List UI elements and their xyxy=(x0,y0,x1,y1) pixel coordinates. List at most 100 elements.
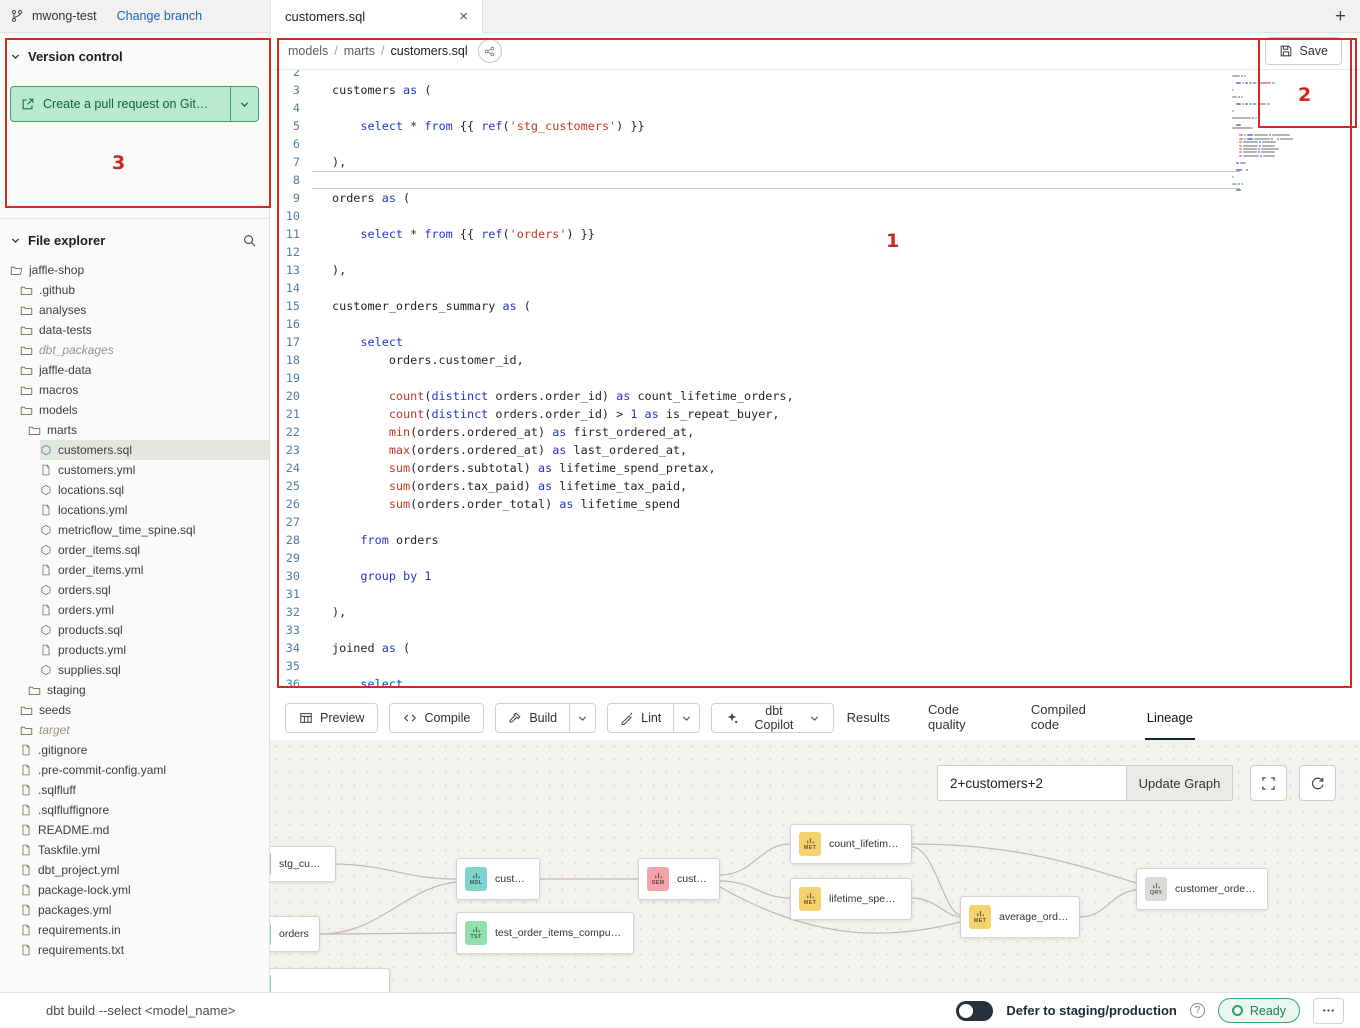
lineage-node-test_order_items_compute_to_bools…[interactable]: TSTtest_order_items_compute_to_bools… xyxy=(456,912,634,954)
file-tree-item-data-tests[interactable]: data-tests xyxy=(0,320,269,340)
breadcrumb-segment[interactable]: models xyxy=(288,44,328,58)
build-button[interactable]: Build xyxy=(495,703,570,733)
compile-button[interactable]: Compile xyxy=(389,703,484,733)
code-line-10[interactable]: 10 xyxy=(270,207,1240,225)
file-tree-item-customers.yml[interactable]: customers.yml xyxy=(0,460,269,480)
code-editor[interactable]: 23customers as (45 select * from {{ ref(… xyxy=(270,70,1360,696)
file-tree-item-dbt_project.yml[interactable]: dbt_project.yml xyxy=(0,860,269,880)
file-tree-item-orders.sql[interactable]: orders.sql xyxy=(0,580,269,600)
code-line-13[interactable]: 13), xyxy=(270,261,1240,279)
lineage-node-customers[interactable]: MDLcustomers xyxy=(456,858,540,900)
tab-code-quality[interactable]: Code quality xyxy=(926,696,995,740)
file-lineage-icon[interactable] xyxy=(478,39,502,63)
update-graph-button[interactable]: Update Graph xyxy=(1127,765,1233,801)
file-tree-item-analyses[interactable]: analyses xyxy=(0,300,269,320)
lineage-node-stg_customers[interactable]: MDLstg_customers xyxy=(270,846,336,882)
code-line-27[interactable]: 27 xyxy=(270,513,1240,531)
code-line-5[interactable]: 5 select * from {{ ref('stg_customers') … xyxy=(270,117,1240,135)
code-line-32[interactable]: 32), xyxy=(270,603,1240,621)
fullscreen-button[interactable] xyxy=(1250,765,1287,801)
dbt-copilot-button[interactable]: dbt Copilot xyxy=(711,703,833,733)
status-ready-badge[interactable]: Ready xyxy=(1218,998,1300,1023)
code-line-8[interactable]: 8 xyxy=(270,171,1240,189)
defer-toggle[interactable] xyxy=(956,1001,993,1021)
code-line-14[interactable]: 14 xyxy=(270,279,1240,297)
code-line-11[interactable]: 11 select * from {{ ref('orders') }} xyxy=(270,225,1240,243)
open-file-tab[interactable]: customers.sql × xyxy=(270,0,483,33)
more-options-button[interactable] xyxy=(1313,998,1344,1024)
change-branch-link[interactable]: Change branch xyxy=(117,9,202,23)
file-tree-item-staging[interactable]: staging xyxy=(0,680,269,700)
file-tree-item-.gitignore[interactable]: .gitignore xyxy=(0,740,269,760)
file-tree-item-Taskfile.yml[interactable]: Taskfile.yml xyxy=(0,840,269,860)
lineage-node-customer_order_metrics[interactable]: QRYcustomer_order_metrics xyxy=(1136,868,1268,910)
file-tree-item-seeds[interactable]: seeds xyxy=(0,700,269,720)
file-tree-item-locations.sql[interactable]: locations.sql xyxy=(0,480,269,500)
file-tree-item-macros[interactable]: macros xyxy=(0,380,269,400)
tab-compiled-code[interactable]: Compiled code xyxy=(1029,696,1111,740)
file-tree-item-dbt_packages[interactable]: dbt_packages xyxy=(0,340,269,360)
lineage-node-partial[interactable]: MDL xyxy=(270,968,390,992)
info-icon[interactable]: ? xyxy=(1190,1003,1205,1018)
file-tree-item-locations.yml[interactable]: locations.yml xyxy=(0,500,269,520)
code-line-26[interactable]: 26 sum(orders.order_total) as lifetime_s… xyxy=(270,495,1240,513)
code-line-24[interactable]: 24 sum(orders.subtotal) as lifetime_spen… xyxy=(270,459,1240,477)
code-line-35[interactable]: 35 xyxy=(270,657,1240,675)
lineage-node-count_lifetime_orders[interactable]: METcount_lifetime_orders xyxy=(790,824,912,864)
file-tree-item-.sqlfluffignore[interactable]: .sqlfluffignore xyxy=(0,800,269,820)
close-tab-icon[interactable]: × xyxy=(459,9,468,24)
lineage-node-customers[interactable]: SEMcustomers xyxy=(638,858,720,900)
create-pr-button[interactable]: Create a pull request on Git… xyxy=(11,87,230,121)
refresh-graph-button[interactable] xyxy=(1299,765,1336,801)
file-tree-item-models[interactable]: models xyxy=(0,400,269,420)
search-icon[interactable] xyxy=(242,233,257,248)
code-line-2[interactable]: 2 xyxy=(270,70,1240,81)
breadcrumb-segment[interactable]: customers.sql xyxy=(391,44,468,58)
code-line-20[interactable]: 20 count(distinct orders.order_id) as co… xyxy=(270,387,1240,405)
file-tree-item-order_items.yml[interactable]: order_items.yml xyxy=(0,560,269,580)
code-line-17[interactable]: 17 select xyxy=(270,333,1240,351)
file-tree-item-packages.yml[interactable]: packages.yml xyxy=(0,900,269,920)
code-line-22[interactable]: 22 min(orders.ordered_at) as first_order… xyxy=(270,423,1240,441)
code-line-18[interactable]: 18 orders.customer_id, xyxy=(270,351,1240,369)
file-tree-item-README.md[interactable]: README.md xyxy=(0,820,269,840)
file-tree-item-orders.yml[interactable]: orders.yml xyxy=(0,600,269,620)
new-tab-icon[interactable]: + xyxy=(1335,7,1346,26)
breadcrumb-segment[interactable]: marts xyxy=(344,44,375,58)
file-tree-item-products.yml[interactable]: products.yml xyxy=(0,640,269,660)
editor-minimap[interactable] xyxy=(1232,72,1312,193)
lineage-filter-input[interactable] xyxy=(937,765,1127,801)
version-control-header[interactable]: Version control xyxy=(10,49,259,64)
file-tree-item-.pre-commit-config.yaml[interactable]: .pre-commit-config.yaml xyxy=(0,760,269,780)
lint-dropdown[interactable] xyxy=(674,703,700,733)
code-line-16[interactable]: 16 xyxy=(270,315,1240,333)
code-line-19[interactable]: 19 xyxy=(270,369,1240,387)
file-tree-item-metricflow_time_spine.sql[interactable]: metricflow_time_spine.sql xyxy=(0,520,269,540)
file-tree-item-jaffle-shop[interactable]: jaffle-shop xyxy=(0,260,269,280)
file-tree-item-jaffle-data[interactable]: jaffle-data xyxy=(0,360,269,380)
lineage-node-lifetime_spend_pretax[interactable]: METlifetime_spend_pretax xyxy=(790,878,912,920)
file-tree-item-products.sql[interactable]: products.sql xyxy=(0,620,269,640)
code-line-29[interactable]: 29 xyxy=(270,549,1240,567)
code-line-12[interactable]: 12 xyxy=(270,243,1240,261)
lineage-node-orders[interactable]: MDLorders xyxy=(270,916,320,952)
code-line-21[interactable]: 21 count(distinct orders.order_id) > 1 a… xyxy=(270,405,1240,423)
code-line-28[interactable]: 28 from orders xyxy=(270,531,1240,549)
file-explorer-title-row[interactable]: File explorer xyxy=(10,233,105,248)
file-tree-item-target[interactable]: target xyxy=(0,720,269,740)
lint-button[interactable]: Lint xyxy=(607,703,674,733)
code-line-31[interactable]: 31 xyxy=(270,585,1240,603)
code-line-3[interactable]: 3customers as ( xyxy=(270,81,1240,99)
lineage-node-average_order_value[interactable]: METaverage_order_value xyxy=(960,896,1080,938)
code-line-7[interactable]: 7), xyxy=(270,153,1240,171)
file-tree-item-order_items.sql[interactable]: order_items.sql xyxy=(0,540,269,560)
save-button[interactable]: Save xyxy=(1265,37,1343,65)
file-tree-item-requirements.txt[interactable]: requirements.txt xyxy=(0,940,269,960)
code-line-25[interactable]: 25 sum(orders.tax_paid) as lifetime_tax_… xyxy=(270,477,1240,495)
code-line-9[interactable]: 9orders as ( xyxy=(270,189,1240,207)
code-line-4[interactable]: 4 xyxy=(270,99,1240,117)
tab-results[interactable]: Results xyxy=(845,696,892,740)
file-tree-item-.sqlfluff[interactable]: .sqlfluff xyxy=(0,780,269,800)
file-tree-item-requirements.in[interactable]: requirements.in xyxy=(0,920,269,940)
file-tree-item-supplies.sql[interactable]: supplies.sql xyxy=(0,660,269,680)
